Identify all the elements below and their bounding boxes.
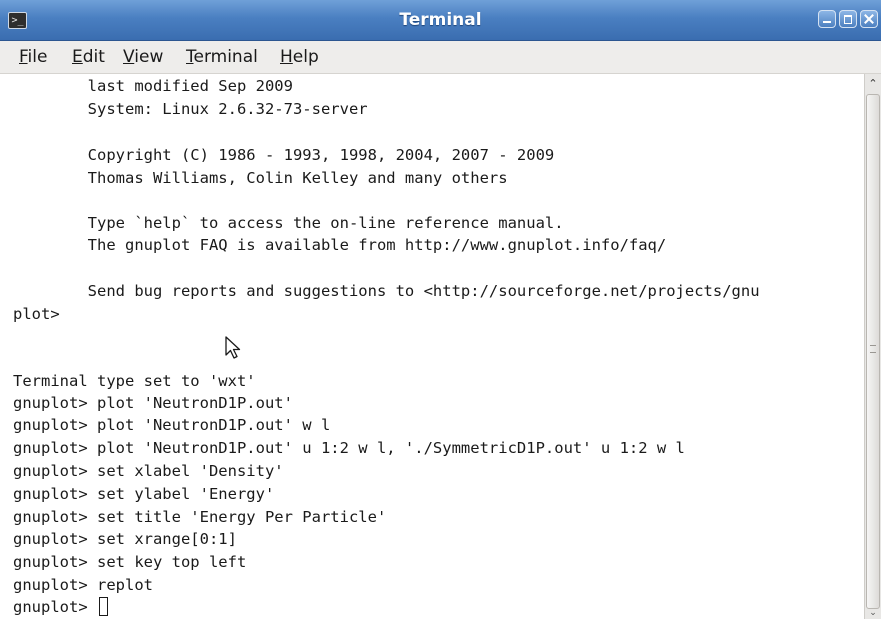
terminal-line: gnuplot> replot bbox=[13, 576, 153, 594]
terminal-line: plot> bbox=[13, 305, 60, 323]
terminal-line: gnuplot> set xlabel 'Density' bbox=[13, 462, 284, 480]
terminal-line: Send bug reports and suggestions to <htt… bbox=[13, 282, 760, 300]
terminal-line: Copyright (C) 1986 - 1993, 1998, 2004, 2… bbox=[13, 146, 555, 164]
terminal-line: last modified Sep 2009 bbox=[13, 77, 293, 95]
terminal-output[interactable]: last modified Sep 2009 System: Linux 2.6… bbox=[0, 74, 864, 619]
terminal-line: gnuplot> plot 'NeutronD1P.out' u 1:2 w l… bbox=[13, 439, 685, 457]
maximize-icon[interactable] bbox=[839, 10, 857, 28]
terminal-line: Type `help` to access the on-line refere… bbox=[13, 214, 564, 232]
title-bar[interactable]: >_ Terminal bbox=[0, 0, 881, 41]
terminal-window: >_ Terminal File Edit View Terminal Help… bbox=[0, 0, 881, 619]
terminal-line: gnuplot> plot 'NeutronD1P.out' bbox=[13, 394, 293, 412]
prompt-text: gnuplot> bbox=[13, 598, 97, 616]
terminal-line: gnuplot> set key top left bbox=[13, 553, 247, 571]
terminal-line: gnuplot> plot 'NeutronD1P.out' w l bbox=[13, 416, 331, 434]
menu-terminal[interactable]: Terminal bbox=[186, 41, 258, 73]
close-icon[interactable] bbox=[860, 10, 878, 28]
menu-help[interactable]: Help bbox=[280, 41, 319, 73]
terminal-line: gnuplot> set ylabel 'Energy' bbox=[13, 485, 275, 503]
menu-bar: File Edit View Terminal Help bbox=[0, 41, 881, 74]
minimize-icon[interactable] bbox=[818, 10, 836, 28]
scroll-up-icon[interactable]: ⌃ bbox=[866, 76, 880, 92]
scroll-grip-icon bbox=[870, 345, 876, 353]
text-cursor bbox=[99, 597, 108, 616]
scroll-down-icon[interactable]: ⌄ bbox=[866, 609, 880, 618]
terminal-line: System: Linux 2.6.32-73-server bbox=[13, 100, 368, 118]
window-title: Terminal bbox=[399, 10, 482, 30]
terminal-prompt-line[interactable]: gnuplot> bbox=[13, 596, 108, 618]
menu-edit[interactable]: Edit bbox=[72, 41, 105, 73]
terminal-line: gnuplot> set xrange[0:1] bbox=[13, 530, 237, 548]
mouse-pointer-icon bbox=[225, 336, 241, 359]
menu-view[interactable]: View bbox=[123, 41, 163, 73]
terminal-line: gnuplot> set title 'Energy Per Particle' bbox=[13, 508, 387, 526]
menu-file[interactable]: File bbox=[19, 41, 47, 73]
vertical-scrollbar[interactable]: ⌃ ⌄ bbox=[864, 74, 881, 619]
terminal-line: Terminal type set to 'wxt' bbox=[13, 372, 256, 390]
scroll-thumb[interactable] bbox=[866, 94, 880, 609]
terminal-line: The gnuplot FAQ is available from http:/… bbox=[13, 236, 667, 254]
terminal-line: Thomas Williams, Colin Kelley and many o… bbox=[13, 169, 508, 187]
